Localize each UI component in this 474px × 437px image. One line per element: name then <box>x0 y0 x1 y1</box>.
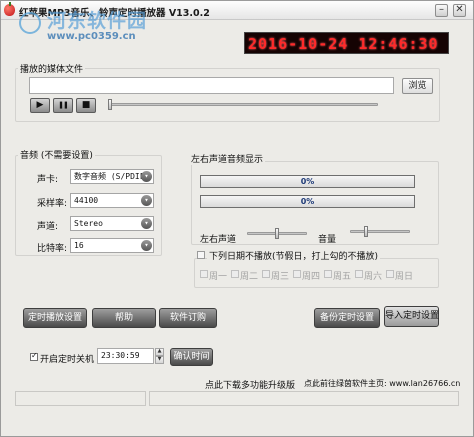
day-label-mon: 周一 <box>209 272 228 282</box>
sound-card-label: 声卡: <box>37 175 59 185</box>
sample-rate-value: 44100 <box>74 196 99 205</box>
play-icon: ▶ <box>36 100 44 110</box>
balance-slider-thumb[interactable] <box>275 228 279 239</box>
chevron-down-icon: ▾ <box>141 240 152 251</box>
schedule-settings-button[interactable]: 定时播放设置 <box>23 308 87 328</box>
apple-app-icon <box>4 2 15 16</box>
confirm-time-button[interactable]: 确认时间 <box>170 348 213 366</box>
stop-button[interactable]: ■ <box>76 98 96 113</box>
help-button[interactable]: 帮助 <box>92 308 156 328</box>
channel-value: Stereo <box>74 219 103 228</box>
play-button[interactable]: ▶ <box>30 98 50 113</box>
day-checkbox-fri[interactable] <box>324 270 332 278</box>
day-checkbox-sun[interactable] <box>386 270 394 278</box>
shutdown-checkbox[interactable] <box>30 351 38 361</box>
backup-schedule-button[interactable]: 备份定时设置 <box>314 308 380 328</box>
minimize-button[interactable]: – <box>435 4 448 17</box>
channel-select[interactable]: Stereo ▾ <box>70 216 154 231</box>
playback-progress-thumb[interactable] <box>108 99 112 110</box>
channel-label: 声道: <box>37 222 59 232</box>
sound-card-select[interactable]: 数字音频 (S/PDIF) ▾ <box>70 169 154 184</box>
browse-button[interactable]: 浏览 <box>402 78 433 94</box>
day-label-fri: 周五 <box>333 272 352 282</box>
day-checkbox-wed[interactable] <box>262 270 270 278</box>
order-software-button[interactable]: 软件订购 <box>159 308 217 328</box>
media-path-input[interactable] <box>29 77 394 94</box>
stop-icon: ■ <box>81 100 91 110</box>
time-down-arrow-icon[interactable]: ▼ <box>155 356 164 364</box>
media-file-group-title: 播放的媒体文件 <box>18 62 86 75</box>
day-label-sat: 周六 <box>364 272 383 282</box>
sound-card-value: 数字音频 (S/PDIF) <box>74 172 150 181</box>
day-checkbox-mon[interactable] <box>200 270 208 278</box>
pause-button[interactable]: ❚❚ <box>53 98 73 113</box>
left-channel-level-text: 0% <box>300 177 315 186</box>
excluded-days-group-title: 下列日期不播放(节假日，打上勾的不播放) <box>207 249 381 262</box>
time-up-arrow-icon[interactable]: ▲ <box>155 348 164 356</box>
upgrade-link[interactable]: 点此下载多功能升级版 <box>205 378 295 391</box>
sample-rate-label: 采样率: <box>37 199 68 209</box>
homepage-link[interactable]: 点此前往绿茵软件主页: www.lan26766.cn <box>304 378 460 389</box>
title-bar[interactable]: 红苹果MP3音乐、铃声定时播放器 V13.0.2 – ✕ <box>1 1 473 20</box>
led-clock: 2016-10-24 12:46:30 <box>244 32 449 54</box>
volume-slider-track[interactable] <box>350 230 410 233</box>
shutdown-time-value: 23:30:59 <box>101 351 140 360</box>
bitrate-select[interactable]: 16 ▾ <box>70 238 154 253</box>
volume-slider-thumb[interactable] <box>364 226 368 237</box>
sample-rate-select[interactable]: 44100 ▾ <box>70 193 154 208</box>
pause-icon: ❚❚ <box>58 101 69 109</box>
close-button[interactable]: ✕ <box>453 4 466 17</box>
chevron-down-icon: ▾ <box>141 218 152 229</box>
chevron-down-icon: ▾ <box>141 171 152 182</box>
day-label-wed: 周三 <box>271 272 290 282</box>
window-title: 红苹果MP3音乐、铃声定时播放器 V13.0.2 <box>19 8 210 19</box>
day-checkbox-tue[interactable] <box>231 270 239 278</box>
bitrate-label: 比特率: <box>37 244 68 254</box>
day-label-thu: 周四 <box>302 272 321 282</box>
day-checkbox-sat[interactable] <box>355 270 363 278</box>
watermark-url: www.pc0359.cn <box>47 31 136 42</box>
import-schedule-button[interactable]: 导入定时设置 <box>384 306 439 327</box>
right-channel-level-text: 0% <box>300 197 315 206</box>
playback-progress-track[interactable] <box>108 103 378 106</box>
clock-display: 2016-10-24 12:46:30 <box>248 35 439 53</box>
shutdown-time-input[interactable]: 23:30:59 <box>97 348 154 364</box>
bitrate-value: 16 <box>74 241 84 250</box>
day-label-tue: 周二 <box>240 272 259 282</box>
volume-label: 音量 <box>318 235 337 245</box>
app-window: 红苹果MP3音乐、铃声定时播放器 V13.0.2 – ✕ 河东软件园 www.p… <box>0 0 474 437</box>
channel-meter-group-title: 左右声道音频显示 <box>189 152 266 165</box>
right-channel-meter: 0% <box>200 195 415 208</box>
audio-settings-group-title: 音频 (不需要设置) <box>18 148 95 161</box>
day-label-sun: 周日 <box>395 272 414 282</box>
status-bar-left <box>15 391 146 406</box>
excluded-days-checkbox[interactable] <box>197 251 205 259</box>
status-bar-right <box>149 391 459 406</box>
day-checkbox-thu[interactable] <box>293 270 301 278</box>
left-channel-meter: 0% <box>200 175 415 188</box>
balance-label: 左右声道 <box>200 235 237 245</box>
shutdown-label: 开启定时关机 <box>40 355 95 365</box>
chevron-down-icon: ▾ <box>141 195 152 206</box>
